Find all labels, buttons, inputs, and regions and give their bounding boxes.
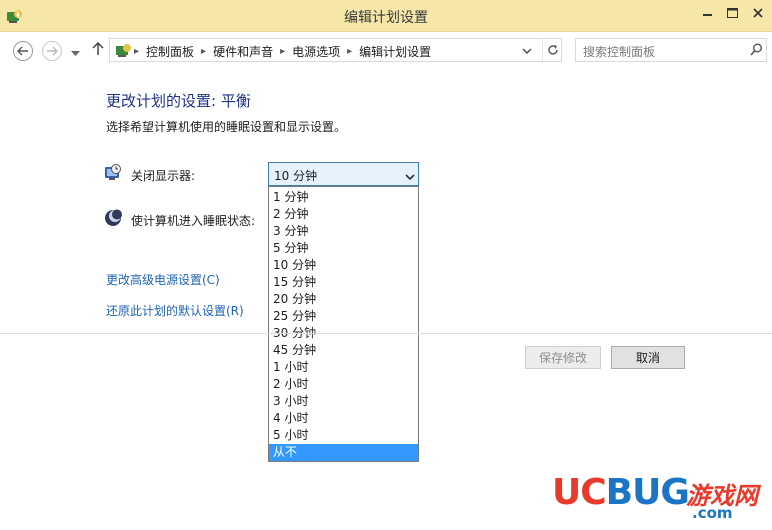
dropdown-option[interactable]: 45 分钟 — [269, 342, 418, 359]
chevron-down-icon[interactable] — [522, 44, 532, 58]
forward-button[interactable] — [42, 41, 62, 61]
dropdown-option[interactable]: 2 小时 — [269, 376, 418, 393]
back-arrow-icon — [17, 46, 28, 56]
save-changes-button[interactable]: 保存修改 — [525, 346, 601, 369]
search-input[interactable]: 搜索控制面板 — [575, 38, 767, 62]
refresh-icon — [547, 45, 558, 55]
breadcrumb-item-power-options[interactable]: 电源选项 — [292, 43, 340, 60]
refresh-button[interactable] — [542, 39, 562, 61]
page-title: 更改计划的设置: 平衡 — [106, 92, 251, 110]
title-bar: 编辑计划设置 — [0, 0, 772, 32]
dropdown-option[interactable]: 5 分钟 — [269, 240, 418, 257]
minimize-icon — [703, 14, 712, 16]
dropdown-option[interactable]: 从不 — [269, 444, 418, 461]
recent-dropdown-icon[interactable] — [71, 46, 80, 60]
advanced-power-settings-link[interactable]: 更改高级电源设置(C) — [106, 271, 220, 288]
search-icon[interactable] — [750, 43, 763, 59]
sleep-moon-icon — [104, 209, 122, 227]
up-arrow-icon[interactable] — [92, 41, 104, 59]
close-button[interactable] — [740, 0, 772, 26]
restore-defaults-link[interactable]: 还原此计划的默认设置(R) — [106, 302, 244, 319]
dropdown-option[interactable]: 5 小时 — [269, 427, 418, 444]
dropdown-option[interactable]: 3 分钟 — [269, 223, 418, 240]
cancel-button[interactable]: 取消 — [611, 346, 685, 369]
dropdown-option[interactable]: 20 分钟 — [269, 291, 418, 308]
breadcrumb-item-control-panel[interactable]: 控制面板 — [146, 43, 194, 60]
search-placeholder: 搜索控制面板 — [583, 45, 656, 59]
navigation-bar: ▸ 控制面板 ▸ 硬件和声音 ▸ 电源选项 ▸ 编辑计划设置 搜索控制面板 — [0, 32, 772, 68]
dropdown-option[interactable]: 4 小时 — [269, 410, 418, 427]
sleep-label: 使计算机进入睡眠状态: — [131, 214, 256, 228]
display-off-select-value: 10 分钟 — [274, 169, 318, 183]
forward-arrow-icon — [47, 46, 58, 56]
dropdown-option[interactable]: 2 分钟 — [269, 206, 418, 223]
breadcrumb-item-hardware-sound[interactable]: 硬件和声音 — [213, 43, 273, 60]
dropdown-option[interactable]: 15 分钟 — [269, 274, 418, 291]
dropdown-option[interactable]: 10 分钟 — [269, 257, 418, 274]
dropdown-option[interactable]: 25 分钟 — [269, 308, 418, 325]
chevron-down-icon — [405, 170, 415, 184]
display-off-dropdown-list[interactable]: 1 分钟 2 分钟 3 分钟 5 分钟 10 分钟 15 分钟 20 分钟 25 分钟 30 分… — [268, 186, 419, 462]
dropdown-option[interactable]: 1 分钟 — [269, 189, 418, 206]
address-bar[interactable]: ▸ 控制面板 ▸ 硬件和声音 ▸ 电源选项 ▸ 编辑计划设置 — [109, 38, 562, 62]
breadcrumb: ▸ 控制面板 ▸ 硬件和声音 ▸ 电源选项 ▸ 编辑计划设置 — [134, 43, 432, 60]
back-button[interactable] — [13, 41, 33, 61]
breadcrumb-item-edit-plan[interactable]: 编辑计划设置 — [359, 43, 431, 60]
divider — [0, 333, 772, 334]
dropdown-option[interactable]: 3 小时 — [269, 393, 418, 410]
control-panel-icon — [115, 41, 133, 62]
watermark-brand-bug: BUG — [605, 472, 690, 513]
maximize-icon — [726, 8, 738, 18]
page-subtitle: 选择希望计算机使用的睡眠设置和显示设置。 — [106, 120, 347, 134]
watermark-domain: .com — [692, 504, 733, 522]
watermark-brand-uc: UC — [552, 472, 607, 513]
display-timer-icon — [104, 164, 122, 182]
watermark-brand: UCBUG — [552, 472, 690, 513]
window-title: 编辑计划设置 — [344, 10, 428, 26]
close-icon — [753, 8, 763, 18]
display-off-label: 关闭显示器: — [131, 169, 196, 183]
display-off-select[interactable]: 10 分钟 — [268, 162, 419, 186]
dropdown-option[interactable]: 1 小时 — [269, 359, 418, 376]
watermark-logo: UCBUG 游戏网 .com — [552, 472, 767, 526]
